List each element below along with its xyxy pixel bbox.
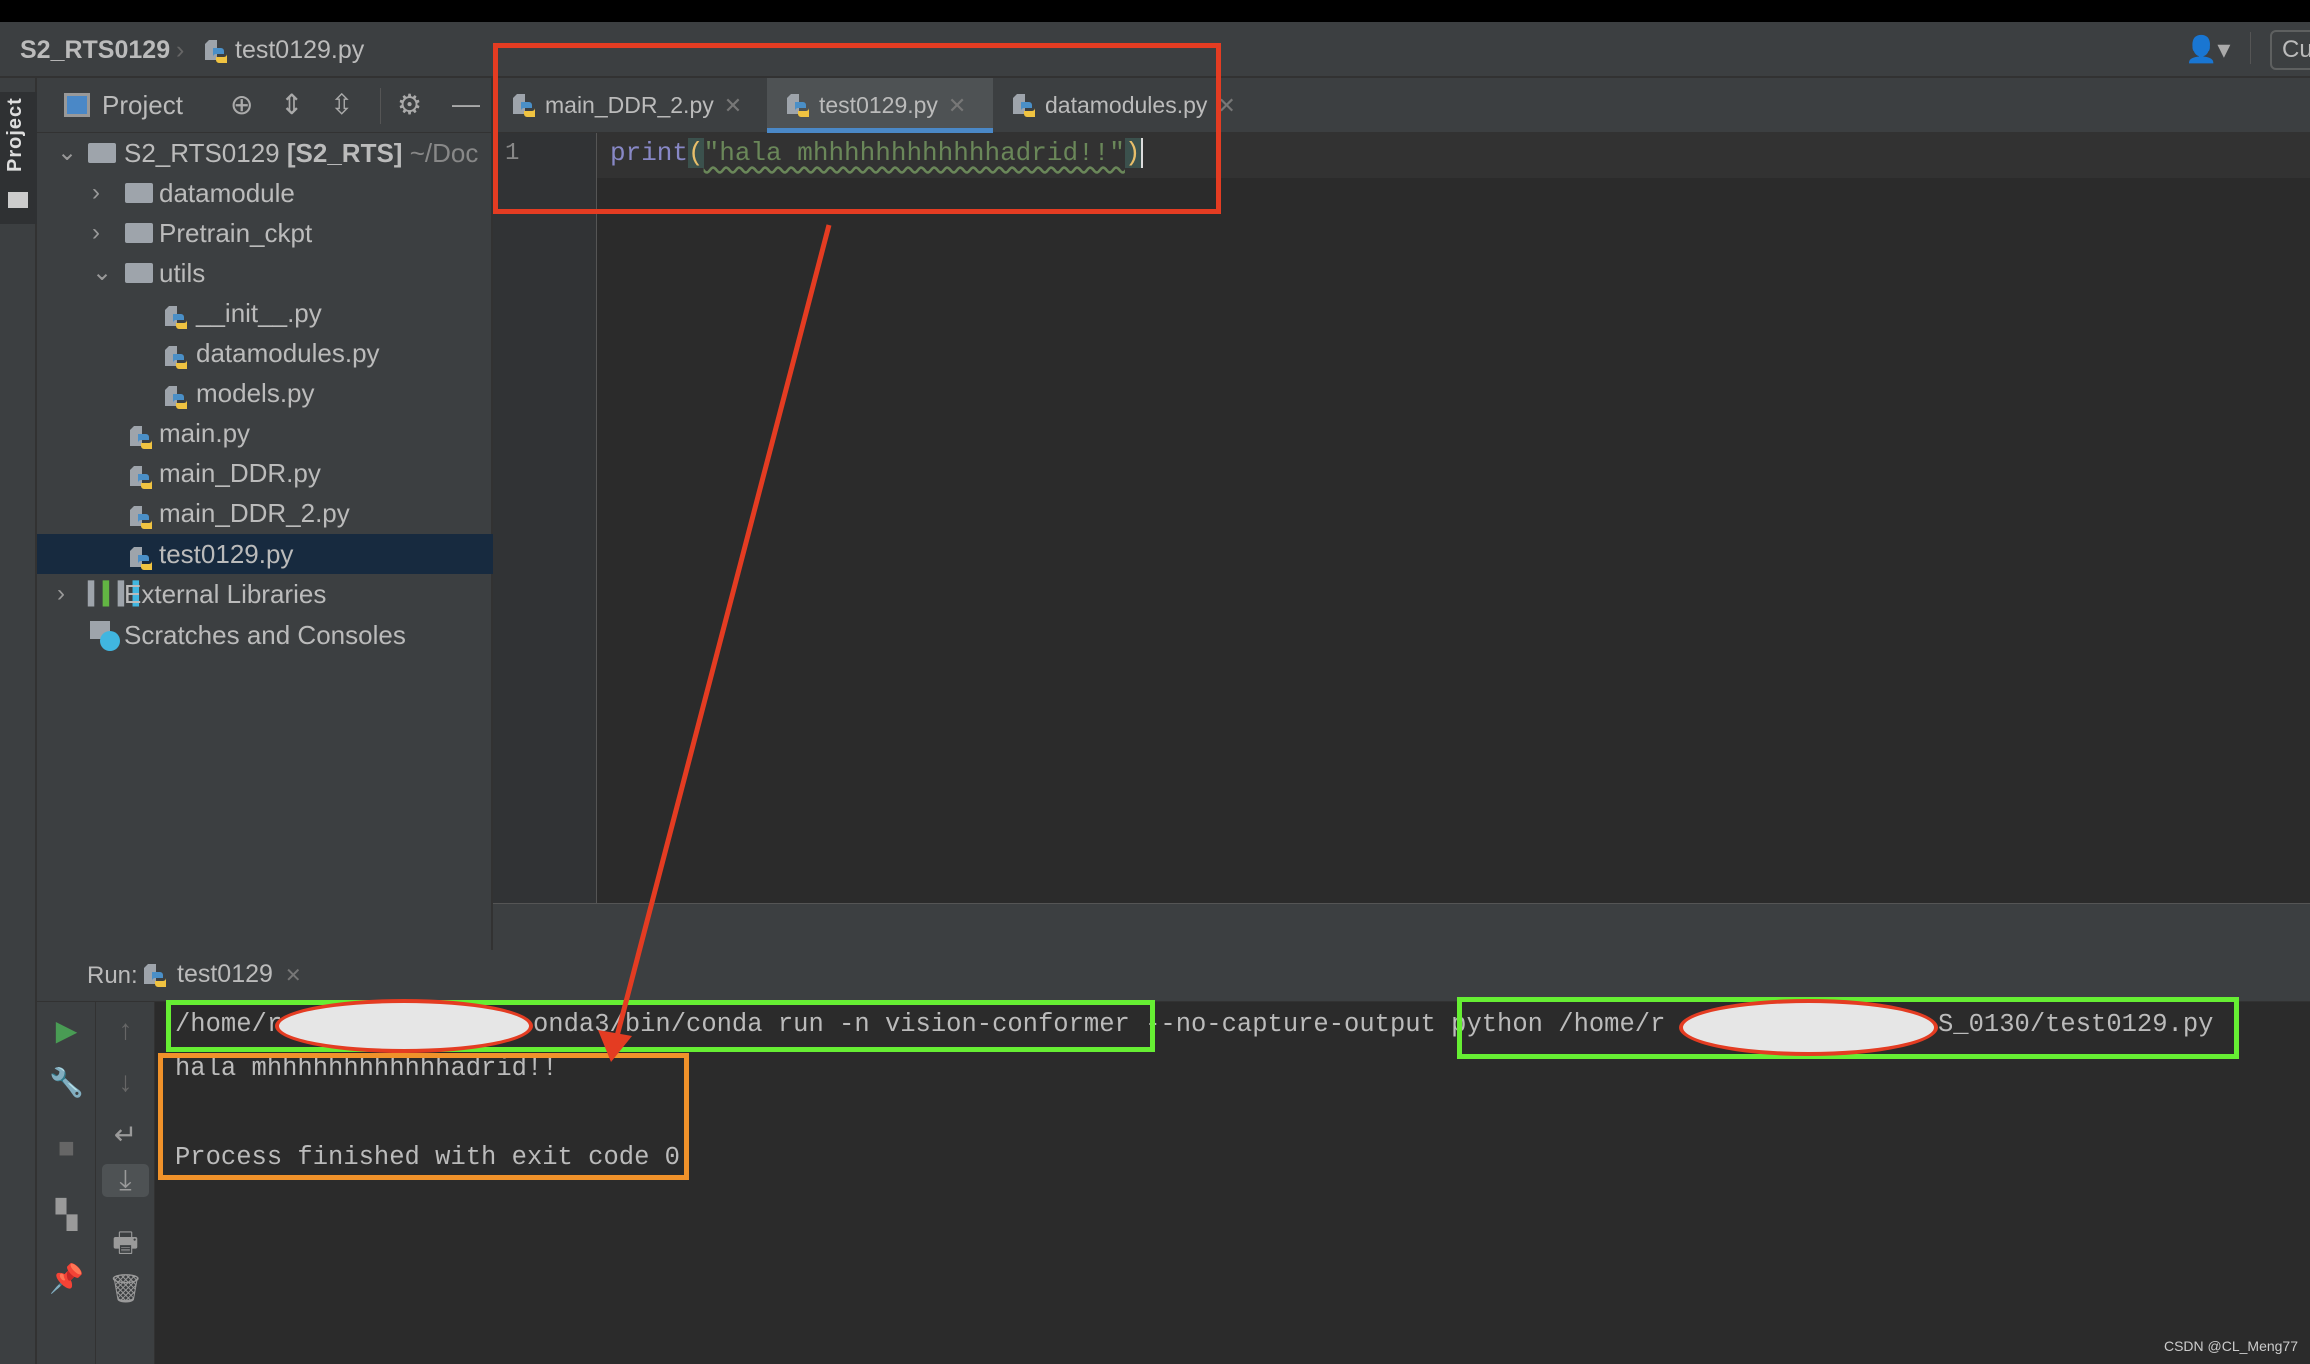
annotation-arrow	[598, 224, 832, 1062]
watermark: CSDN @CL_Meng77	[2163, 1338, 2298, 1354]
